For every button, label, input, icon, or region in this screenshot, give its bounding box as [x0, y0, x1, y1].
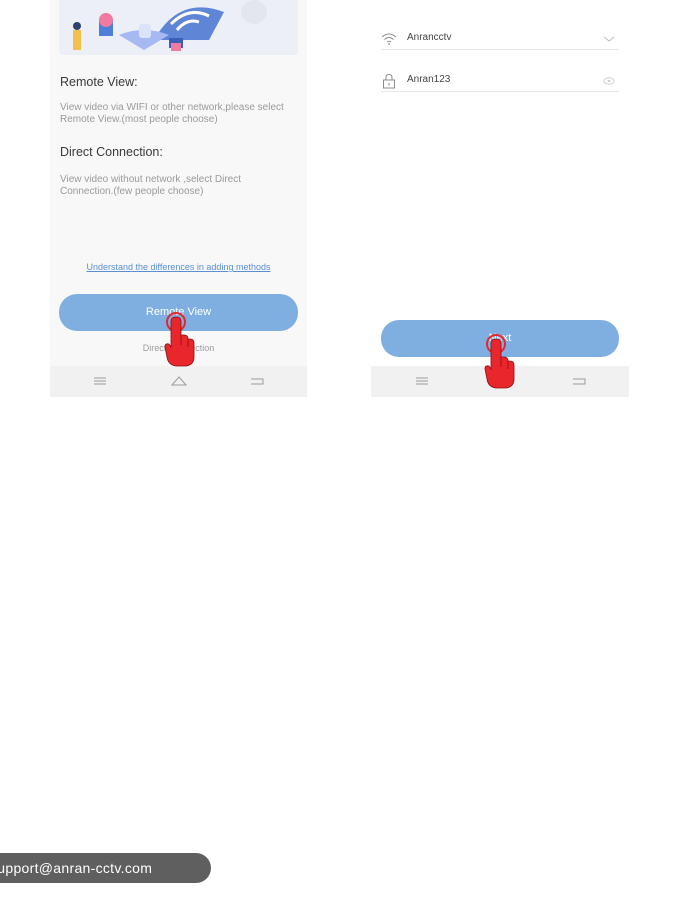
tap-hand-cursor-icon — [164, 312, 195, 367]
menu-icon[interactable] — [413, 372, 431, 390]
support-email-text[interactable]: support@anran-cctv.com — [0, 860, 152, 876]
lock-icon — [383, 73, 395, 89]
eye-icon[interactable] — [603, 75, 615, 87]
password-value: Anran123 — [407, 74, 451, 85]
password-field[interactable]: Anran123 — [381, 71, 619, 92]
wifi-icon — [381, 33, 397, 45]
network-illustration — [73, 0, 267, 51]
system-nav-bar — [50, 366, 307, 397]
remote-view-description: View video via WIFI or other network,ple… — [60, 102, 284, 125]
direct-connection-title: Direct Connection: — [60, 145, 163, 159]
home-icon[interactable] — [170, 372, 188, 390]
back-icon[interactable] — [248, 372, 266, 390]
wifi-name-value: Anrancctv — [407, 32, 452, 43]
adding-methods-help-link[interactable]: Understand the differences in adding met… — [50, 262, 307, 272]
hero-illustration — [59, 0, 298, 55]
tap-hand-cursor-icon — [484, 334, 515, 389]
direct-connection-description: View video without network ,select Direc… — [60, 174, 242, 197]
support-email-badge: support@anran-cctv.com — [0, 853, 211, 883]
chevron-down-icon[interactable] — [603, 33, 615, 45]
phone-screen-right: Anrancctv Anran123 Next — [371, 0, 629, 397]
phone-screen-left: Remote View: View video via WIFI or othe… — [50, 0, 307, 397]
back-icon[interactable] — [570, 372, 588, 390]
wifi-select-field[interactable]: Anrancctv — [381, 29, 619, 50]
menu-icon[interactable] — [91, 372, 109, 390]
remote-view-title: Remote View: — [60, 75, 138, 89]
